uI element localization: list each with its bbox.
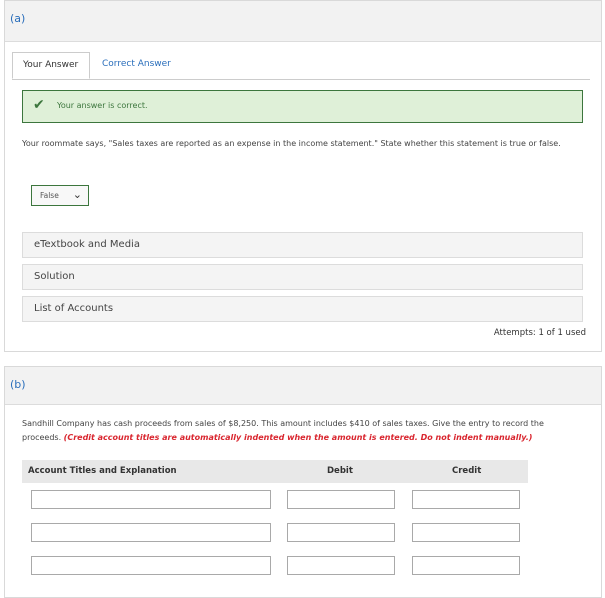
feedback-correct: ✔ Your answer is correct. <box>22 90 583 123</box>
part-b-header <box>5 367 601 405</box>
part-a-label: (a) <box>10 12 26 25</box>
col-credit: Credit <box>452 466 482 476</box>
resource-etextbook[interactable]: eTextbook and Media <box>22 232 583 258</box>
true-false-select[interactable]: False ⌄ <box>31 185 89 206</box>
account-title-input[interactable] <box>31 556 271 575</box>
attempts-counter: Attempts: 1 of 1 used <box>493 328 586 338</box>
answer-tabs: Your Answer Correct Answer <box>12 52 590 80</box>
debit-input[interactable] <box>287 490 395 509</box>
debit-input[interactable] <box>287 523 395 542</box>
col-debit: Debit <box>327 466 353 476</box>
part-a-header <box>5 1 601 42</box>
resource-solution[interactable]: Solution <box>22 264 583 290</box>
select-value: False <box>40 191 59 200</box>
feedback-text: Your answer is correct. <box>57 101 148 110</box>
question-b: Sandhill Company has cash proceeds from … <box>22 417 582 445</box>
debit-input[interactable] <box>287 556 395 575</box>
chevron-down-icon: ⌄ <box>72 188 82 201</box>
account-title-input[interactable] <box>31 523 271 542</box>
account-title-input[interactable] <box>31 490 271 509</box>
tab-correct-answer[interactable]: Correct Answer <box>92 52 181 79</box>
col-account-titles: Account Titles and Explanation <box>28 466 177 476</box>
instruction-text: (Credit account titles are automatically… <box>63 433 533 442</box>
question-a: Your roommate says, "Sales taxes are rep… <box>22 139 561 148</box>
tab-your-answer[interactable]: Your Answer <box>12 52 90 79</box>
credit-input[interactable] <box>412 490 520 509</box>
check-icon: ✔ <box>33 97 45 113</box>
part-b-label: (b) <box>10 378 26 391</box>
credit-input[interactable] <box>412 556 520 575</box>
resource-list-of-accounts[interactable]: List of Accounts <box>22 296 583 322</box>
journal-table-header: Account Titles and Explanation Debit Cre… <box>22 460 528 483</box>
credit-input[interactable] <box>412 523 520 542</box>
